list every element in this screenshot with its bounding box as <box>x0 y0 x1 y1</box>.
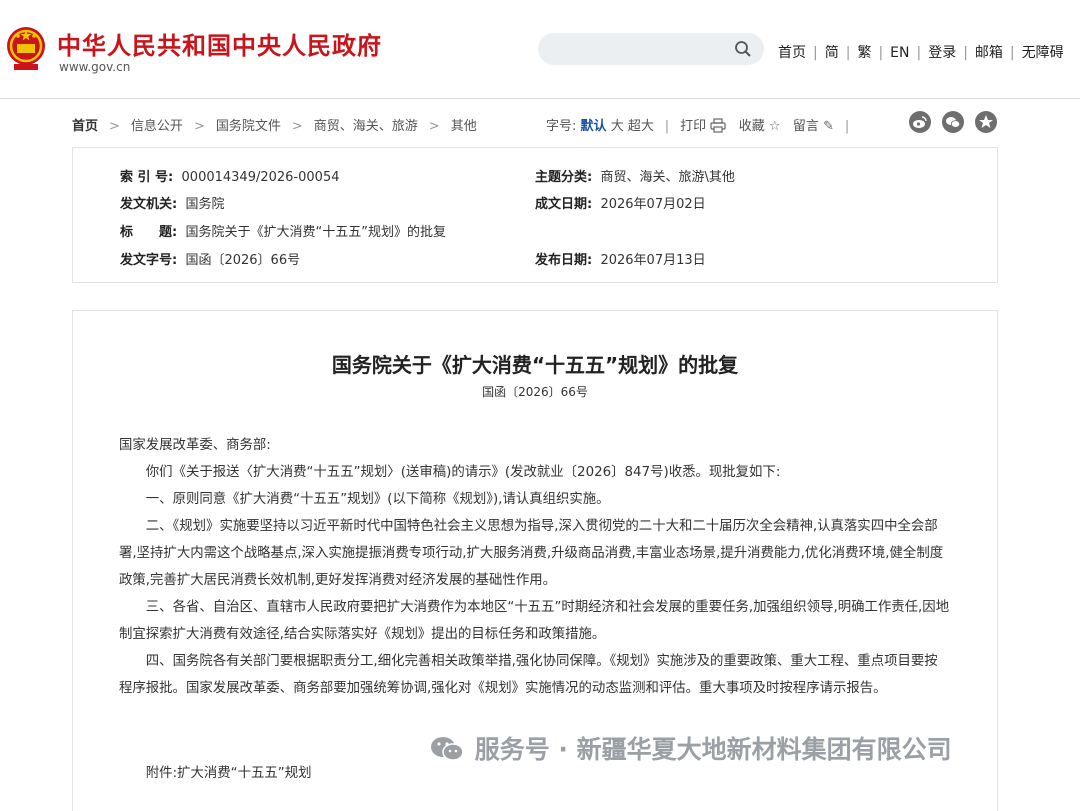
meta-docno: 发文字号: 国函〔2026〕66号 <box>120 249 300 268</box>
meta-topic: 主题分类: 商贸、海关、旅游\其他 <box>535 166 735 185</box>
weibo-share-icon[interactable] <box>909 111 931 133</box>
chevron-right-icon: > <box>109 119 120 134</box>
breadcrumb-state-council-docs[interactable]: 国务院文件 <box>216 119 281 134</box>
meta-title: 标 题: 国务院关于《扩大消费“十五五”规划》的批复 <box>120 221 446 240</box>
paragraph: 四、国务院各有关部门要根据职责分工,细化完善相关政策举措,强化协同保障。《规划》… <box>119 654 938 696</box>
meta-topic-key: 主题分类: <box>535 170 593 185</box>
search-input[interactable] <box>538 33 764 65</box>
site-header: 中华人民共和国中央人民政府 www.gov.cn 首页 | 简 | 繁 | EN | 登录 | 邮箱… <box>0 0 1080 99</box>
divider: | <box>664 119 670 134</box>
print-label: 打印 <box>680 119 707 134</box>
font-size-default[interactable]: 默认 <box>581 119 607 134</box>
meta-index-key: 索 引 号: <box>120 170 174 185</box>
watermark: 服务号 · 新疆华夏大地新材料集团有限公司 <box>428 730 952 766</box>
watermark-text: 服务号 · 新疆华夏大地新材料集团有限公司 <box>474 735 952 764</box>
national-emblem-logo[interactable] <box>6 24 46 74</box>
font-size-xlarge[interactable]: 超大 <box>628 119 654 134</box>
nav-home[interactable]: 首页 <box>778 45 806 61</box>
breadcrumb-trade-customs-tourism[interactable]: 商贸、海关、旅游 <box>314 119 418 134</box>
meta-issuer-key: 发文机关: <box>120 197 178 212</box>
search-icon[interactable] <box>734 40 752 58</box>
paragraph: 一、原则同意《扩大消费“十五五”规划》(以下简称《规划》),请认真组织实施。 <box>145 492 610 507</box>
font-size-large[interactable]: 大 <box>611 119 624 134</box>
favorite-label: 收藏 <box>738 119 765 134</box>
paragraph: 二、《规划》实施要坚持以习近平新时代中国特色社会主义思想为指导,深入贯彻党的二十… <box>119 519 944 588</box>
meta-topic-value: 商贸、海关、旅游\其他 <box>600 170 735 185</box>
meta-published-key: 发布日期: <box>535 253 593 268</box>
chevron-right-icon: > <box>193 119 205 134</box>
paragraph: 三、各省、自治区、直辖市人民政府要把扩大消费作为本地区“十五五”时期经济和社会发… <box>119 600 950 642</box>
paragraph: 你们《关于报送〈扩大消费“十五五”规划〉(送审稿)的请示》(发改就业〔2026〕… <box>145 465 781 480</box>
article-body: 国家发展改革委、商务部: 你们《关于报送〈扩大消费“十五五”规划〉(送审稿)的请… <box>119 432 951 702</box>
meta-published-value: 2026年07月13日 <box>600 253 706 268</box>
meta-title-key: 标 题: <box>120 225 178 240</box>
divider: | <box>844 119 850 134</box>
article-title: 国务院关于《扩大消费“十五五”规划》的批复 <box>331 353 739 377</box>
nav-english[interactable]: EN <box>890 45 909 61</box>
meta-issuer-value: 国务院 <box>185 197 225 212</box>
pencil-icon: ✎ <box>823 119 834 134</box>
meta-title-value: 国务院关于《扩大消费“十五五”规划》的批复 <box>185 225 446 240</box>
meta-index: 索 引 号: 000014349/2026-00054 <box>120 166 339 185</box>
comment-button[interactable]: 留言 ✎ <box>793 119 834 134</box>
comment-label: 留言 <box>792 119 819 134</box>
printer-icon <box>710 118 726 133</box>
document-metadata-box: 索 引 号: 000014349/2026-00054 主题分类: 商贸、海关、… <box>72 147 998 283</box>
wechat-icon <box>431 737 464 761</box>
breadcrumb-info-public[interactable]: 信息公开 <box>131 119 183 134</box>
print-button[interactable]: 打印 <box>680 118 726 134</box>
breadcrumb-other[interactable]: 其他 <box>451 119 477 134</box>
breadcrumb-home[interactable]: 首页 <box>72 119 98 134</box>
wechat-share-icon[interactable] <box>942 111 964 133</box>
article-tools: 字号: 默认 大 超大 | 打印 收藏 ☆ 留言 ✎ | <box>546 115 856 134</box>
star-outline-icon: ☆ <box>768 119 781 134</box>
site-domain: www.gov.cn <box>59 60 131 74</box>
nav-mail[interactable]: 邮箱 <box>975 45 1003 61</box>
star-share-icon[interactable] <box>975 111 997 133</box>
meta-created: 成文日期: 2026年07月02日 <box>535 193 706 212</box>
meta-published: 发布日期: 2026年07月13日 <box>535 249 706 268</box>
salutation: 国家发展改革委、商务部: <box>119 438 271 453</box>
site-title[interactable]: 中华人民共和国中央人民政府 <box>57 26 382 61</box>
nav-login[interactable]: 登录 <box>928 45 956 61</box>
meta-created-value: 2026年07月02日 <box>600 197 706 212</box>
meta-created-key: 成文日期: <box>535 197 593 212</box>
favorite-button[interactable]: 收藏 ☆ <box>739 119 781 134</box>
article-document-number: 国函〔2026〕66号 <box>482 385 588 399</box>
meta-index-value: 000014349/2026-00054 <box>181 170 340 185</box>
chevron-right-icon: > <box>428 119 440 134</box>
chevron-right-icon: > <box>291 119 303 134</box>
nav-accessibility[interactable]: 无障碍 <box>1022 45 1064 61</box>
font-size-label: 字号: <box>546 119 577 134</box>
nav-traditional[interactable]: 繁 <box>857 45 871 61</box>
meta-docno-key: 发文字号: <box>120 253 178 268</box>
meta-issuer: 发文机关: 国务院 <box>120 193 224 212</box>
top-nav: 首页 | 简 | 繁 | EN | 登录 | 邮箱 | 无障碍 <box>778 45 1064 61</box>
breadcrumb: 首页 > 信息公开 > 国务院文件 > 商贸、海关、旅游 > 其他 <box>72 115 477 134</box>
nav-simplified[interactable]: 简 <box>825 45 839 61</box>
meta-docno-value: 国函〔2026〕66号 <box>185 253 301 268</box>
